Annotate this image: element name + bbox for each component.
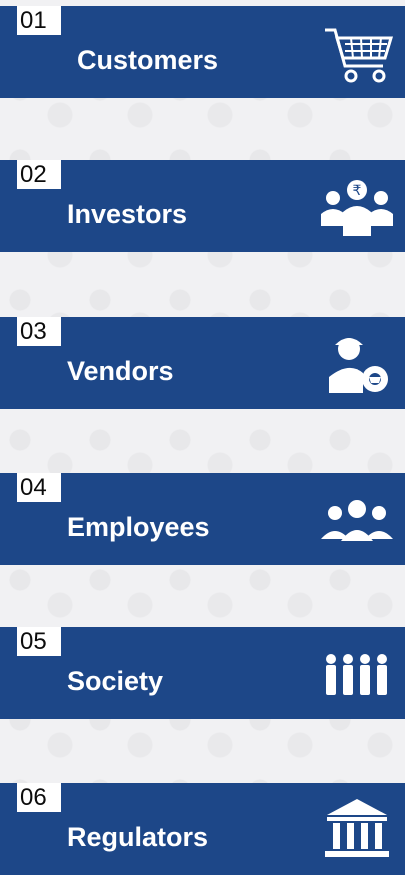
background-pattern <box>0 0 405 863</box>
card-number: 02 <box>17 160 61 189</box>
card-number: 03 <box>17 317 61 346</box>
stakeholder-card-investors: 02 Investors ₹ <box>0 160 405 252</box>
card-number: 04 <box>17 473 61 502</box>
society-people-icon <box>317 637 397 711</box>
stakeholder-card-regulators: 06 Regulators <box>0 783 405 875</box>
card-number: 06 <box>17 783 61 812</box>
card-title: Regulators <box>67 822 209 852</box>
svg-text:₹: ₹ <box>353 183 362 199</box>
shopping-cart-icon <box>317 16 397 90</box>
card-title: Customers <box>77 45 219 75</box>
card-title: Vendors <box>67 356 174 386</box>
investors-group-icon: ₹ <box>317 170 397 244</box>
people-group-icon <box>317 483 397 557</box>
stakeholder-card-employees: 04 Employees <box>0 473 405 565</box>
card-number: 05 <box>17 627 61 656</box>
vendor-gear-icon <box>317 327 397 401</box>
stakeholder-card-customers: 01 Customers <box>0 6 405 98</box>
card-number: 01 <box>17 6 61 35</box>
card-title: Employees <box>67 512 210 542</box>
card-title: Society <box>67 666 164 696</box>
bank-building-icon <box>317 793 397 867</box>
card-title: Investors <box>67 199 188 229</box>
stakeholder-card-society: 05 Society <box>0 627 405 719</box>
stakeholder-card-vendors: 03 Vendors <box>0 317 405 409</box>
